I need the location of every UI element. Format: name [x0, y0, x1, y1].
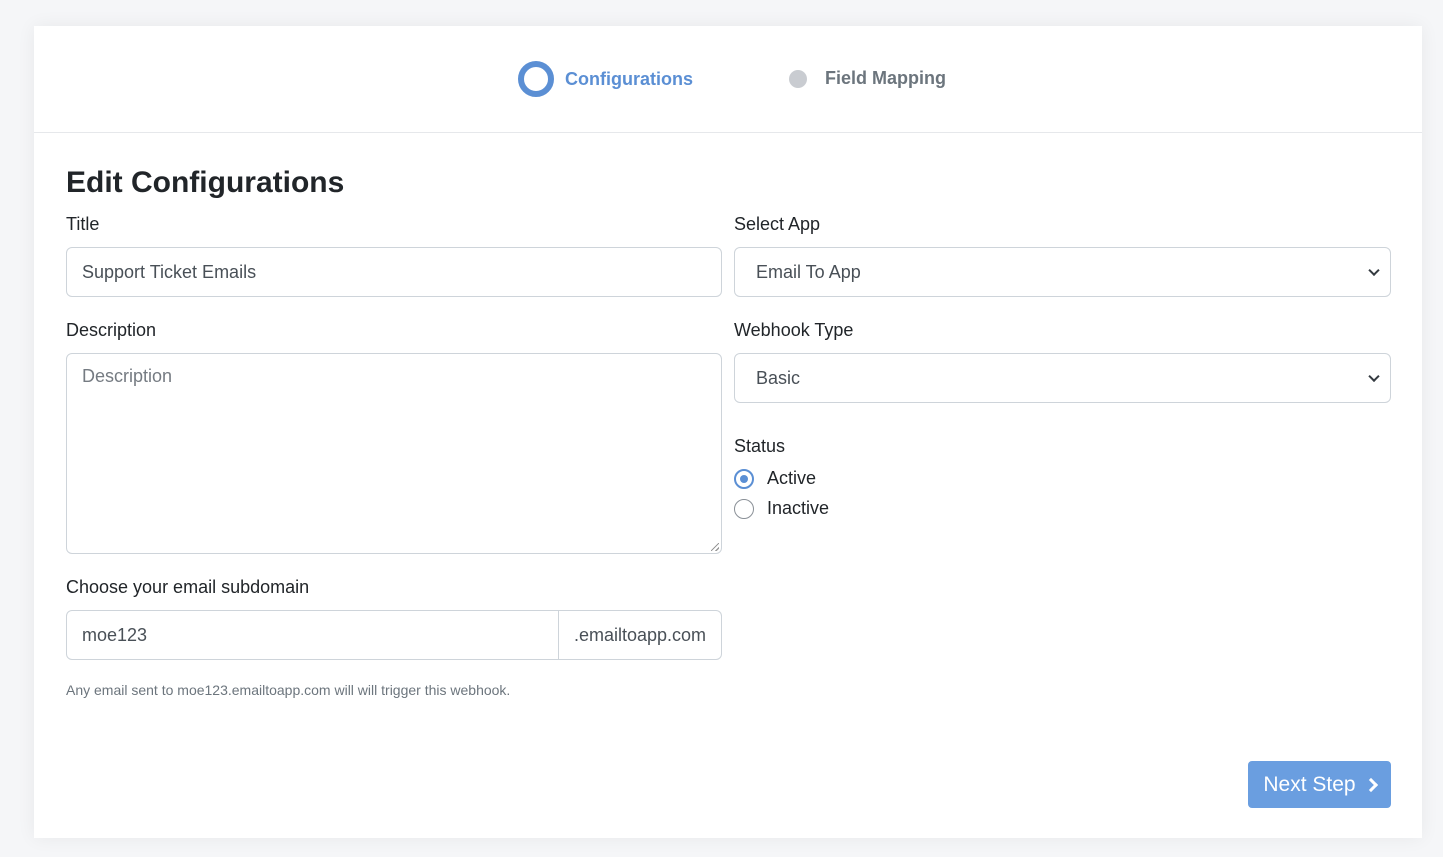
select-app-label: Select App [734, 214, 821, 234]
title-input[interactable]: Support Ticket Emails [66, 247, 722, 297]
status-option-label: Inactive [767, 498, 830, 518]
step-label: Configurations [565, 68, 693, 89]
step-label: Field Mapping [825, 68, 946, 88]
subdomain-label: Choose your email subdomain [66, 577, 310, 597]
step-active-icon [518, 61, 554, 97]
subdomain-input-group: moe123 .emailtoapp.com [66, 610, 722, 660]
next-step-button[interactable]: Next Step [1248, 761, 1391, 808]
select-app-dropdown[interactable]: Email To App [734, 247, 1391, 297]
status-option-label: Active [767, 468, 817, 488]
stepper: Configurations Field Mapping [34, 26, 1422, 133]
next-step-label: Next Step [1263, 772, 1356, 796]
subdomain-suffix: .emailtoapp.com [559, 610, 722, 660]
chevron-down-icon [1368, 264, 1380, 277]
status-option-active[interactable]: Active [734, 468, 816, 489]
subdomain-input[interactable]: moe123 [66, 610, 559, 660]
radio-checked-icon[interactable] [734, 468, 754, 489]
chevron-down-icon [1368, 370, 1380, 383]
radio-unchecked-icon[interactable] [734, 498, 754, 519]
status-option-inactive[interactable]: Inactive [734, 498, 829, 519]
subdomain-help-text: Any email sent to moe123.emailtoapp.com … [66, 682, 511, 698]
step-configurations[interactable]: Configurations [518, 61, 693, 97]
description-placeholder: Description [82, 366, 173, 386]
subdomain-suffix-text: .emailtoapp.com [573, 624, 707, 645]
title-label: Title [66, 214, 100, 234]
webhook-type-value: Basic [756, 367, 801, 388]
description-label: Description [66, 320, 157, 340]
resize-handle-icon[interactable] [711, 543, 719, 551]
configuration-card: Configurations Field Mapping Edit Config… [34, 26, 1422, 838]
webhook-type-dropdown[interactable]: Basic [734, 353, 1391, 403]
title-value: Support Ticket Emails [82, 261, 257, 282]
step-inactive-icon [789, 69, 807, 88]
select-app-value: Email To App [756, 261, 861, 282]
webhook-type-label: Webhook Type [734, 320, 854, 340]
status-label: Status [734, 436, 786, 456]
subdomain-value: moe123 [82, 624, 148, 645]
description-textarea[interactable]: Description [66, 353, 722, 554]
page-title: Edit Configurations [66, 166, 345, 199]
chevron-right-icon [1363, 777, 1378, 792]
step-field-mapping[interactable]: Field Mapping [789, 68, 946, 89]
